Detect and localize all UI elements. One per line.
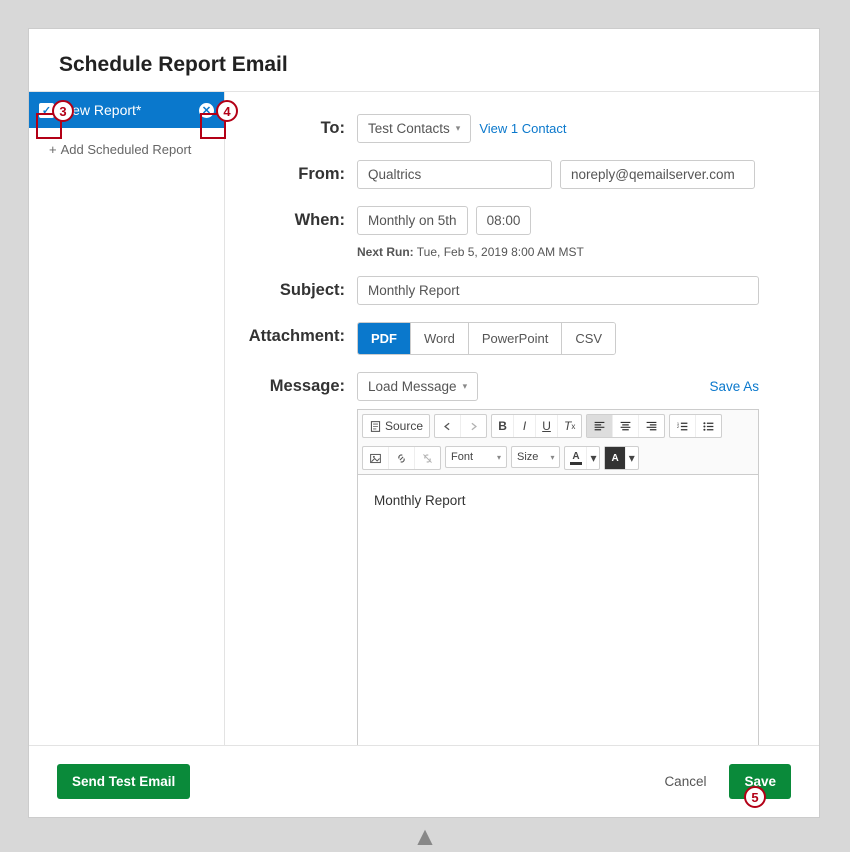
svg-text:2: 2 (677, 424, 680, 429)
to-label: To: (225, 114, 357, 138)
to-select[interactable]: Test Contacts ▾ (357, 114, 471, 143)
save-as-link[interactable]: Save As (709, 379, 759, 394)
image-icon (369, 452, 382, 465)
from-email-input[interactable] (560, 160, 755, 189)
annotation-3: 3 (52, 100, 74, 122)
editor-toolbar: Source B I U (358, 410, 758, 475)
editor-body[interactable]: Monthly Report (358, 475, 758, 745)
numbered-list-button[interactable]: 12 (670, 415, 696, 437)
align-left-button[interactable] (587, 415, 613, 437)
row-to: To: Test Contacts ▾ View 1 Contact (225, 114, 797, 143)
chevron-down-icon: ▾ (497, 453, 501, 462)
image-button[interactable] (363, 447, 389, 469)
text-color-button[interactable]: A (565, 447, 587, 469)
row-attachment: Attachment: PDF Word PowerPoint CSV (225, 322, 797, 355)
next-run-text: Next Run: Tue, Feb 5, 2019 8:00 AM MST (357, 245, 797, 259)
source-button[interactable]: Source (363, 415, 429, 437)
text-color-swatch (570, 462, 582, 465)
subject-label: Subject: (225, 276, 357, 300)
send-test-email-button[interactable]: Send Test Email (57, 764, 190, 799)
redo-button[interactable] (461, 415, 486, 437)
font-select[interactable]: Font▾ (445, 446, 507, 468)
link-icon (395, 452, 408, 465)
from-label: From: (225, 160, 357, 184)
attachment-word[interactable]: Word (411, 323, 469, 354)
bold-button[interactable]: B (492, 415, 514, 437)
subject-input[interactable] (357, 276, 759, 305)
bg-color-button[interactable]: A (605, 447, 625, 469)
row-subject: Subject: (225, 276, 797, 305)
annotation-5: 5 (744, 786, 766, 808)
attachment-powerpoint[interactable]: PowerPoint (469, 323, 562, 354)
align-right-button[interactable] (639, 415, 664, 437)
schedule-report-modal: Schedule Report Email ✓ New Report* ✕ + … (28, 28, 820, 818)
modal-body: ✓ New Report* ✕ + Add Scheduled Report T… (29, 91, 819, 745)
link-button[interactable] (389, 447, 415, 469)
from-name-input[interactable] (357, 160, 552, 189)
redo-icon (467, 420, 480, 433)
bulleted-list-icon (702, 420, 715, 433)
undo-button[interactable] (435, 415, 461, 437)
add-scheduled-report[interactable]: + Add Scheduled Report (29, 128, 224, 171)
align-center-icon (619, 420, 632, 433)
sidebar: ✓ New Report* ✕ + Add Scheduled Report (29, 92, 225, 745)
rich-text-editor: Source B I U (357, 409, 759, 745)
text-color-dropdown[interactable]: ▾ (587, 447, 599, 469)
attachment-toggle-group: PDF Word PowerPoint CSV (357, 322, 616, 355)
align-left-icon (593, 420, 606, 433)
attachment-label: Attachment: (225, 322, 357, 346)
unlink-icon (421, 452, 434, 465)
modal-footer: Send Test Email Cancel Save (29, 745, 819, 817)
attachment-csv[interactable]: CSV (562, 323, 615, 354)
undo-icon (441, 420, 454, 433)
annotation-4: 4 (216, 100, 238, 122)
row-from: From: (225, 160, 797, 189)
view-contact-link[interactable]: View 1 Contact (479, 121, 566, 136)
cancel-button[interactable]: Cancel (649, 764, 721, 799)
clear-format-button[interactable]: Tx (558, 415, 581, 437)
close-report-icon[interactable]: ✕ (199, 103, 214, 118)
modal-title: Schedule Report Email (29, 29, 819, 91)
when-label: When: (225, 206, 357, 230)
chevron-down-icon: ▾ (463, 381, 468, 392)
load-message-select[interactable]: Load Message ▾ (357, 372, 478, 401)
bg-color-dropdown[interactable]: ▾ (626, 447, 638, 469)
plus-icon: + (49, 142, 57, 157)
warning-triangle-icon: ▲ (412, 821, 438, 852)
when-frequency-select[interactable]: Monthly on 5th (357, 206, 468, 235)
when-time-select[interactable]: 08:00 (476, 206, 532, 235)
unlink-button[interactable] (415, 447, 440, 469)
numbered-list-icon: 12 (676, 420, 689, 433)
bulleted-list-button[interactable] (696, 415, 721, 437)
chevron-down-icon: ▾ (456, 123, 461, 134)
chevron-down-icon: ▾ (550, 453, 554, 462)
underline-button[interactable]: U (536, 415, 558, 437)
italic-button[interactable]: I (514, 415, 536, 437)
align-center-button[interactable] (613, 415, 639, 437)
document-icon (369, 420, 382, 433)
row-message: Message: Load Message ▾ Save As (225, 372, 797, 401)
message-label: Message: (225, 372, 357, 396)
attachment-pdf[interactable]: PDF (358, 323, 411, 354)
size-select[interactable]: Size▾ (511, 446, 560, 468)
align-right-icon (645, 420, 658, 433)
row-when: When: Monthly on 5th 08:00 Next Run: Tue… (225, 206, 797, 259)
form-content: To: Test Contacts ▾ View 1 Contact From: (225, 92, 819, 745)
